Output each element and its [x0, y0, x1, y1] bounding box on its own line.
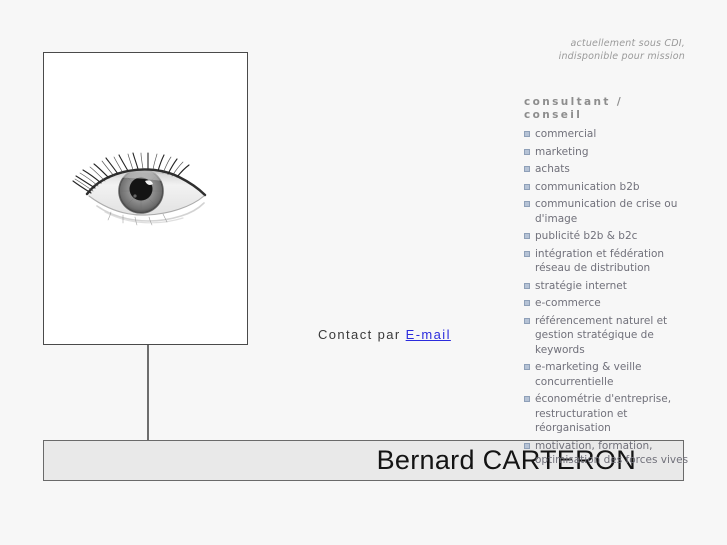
- skills-heading-line1: consultant /: [524, 96, 624, 108]
- square-bullet-icon: [524, 201, 530, 207]
- square-bullet-icon: [524, 131, 530, 137]
- contact-line: Contact par E-mail: [318, 327, 451, 342]
- list-item: communication b2b: [524, 180, 689, 195]
- square-bullet-icon: [524, 166, 530, 172]
- list-item-label: e-commerce: [535, 297, 601, 309]
- square-bullet-icon: [524, 300, 530, 306]
- square-bullet-icon: [524, 317, 530, 324]
- square-bullet-icon: [524, 396, 530, 402]
- list-item: commercial: [524, 127, 689, 142]
- list-item-label: intégration et fédération réseau de dist…: [535, 247, 665, 275]
- square-bullet-icon: [524, 250, 530, 257]
- list-item-label: économétrie d'entreprise, restructuratio…: [535, 393, 672, 434]
- square-bullet-icon: [524, 148, 530, 155]
- availability-note-line2: indisponible pour mission: [558, 51, 685, 62]
- skills-list: commercial marketing achats communicatio…: [524, 127, 689, 468]
- photo-frame: [43, 52, 248, 345]
- list-item-label: communication de crise ou d'image: [535, 198, 678, 225]
- list-item-label: référencement naturel et gestion stratég…: [535, 314, 668, 356]
- list-item: motivation, formation, optimisation des …: [524, 439, 689, 468]
- list-item: référencement naturel et gestion stratég…: [524, 314, 689, 358]
- list-item: stratégie internet: [524, 279, 689, 294]
- eye-photo: [71, 146, 221, 236]
- list-item-label: stratégie internet: [535, 279, 627, 292]
- square-bullet-icon: [524, 282, 530, 289]
- list-item: e-marketing & veille concurrentielle: [524, 360, 689, 389]
- square-bullet-icon: [524, 442, 530, 449]
- eye-illustration: [71, 152, 206, 226]
- list-item: publicité b2b & b2c: [524, 229, 689, 244]
- skills-heading: consultant / conseil: [524, 96, 689, 122]
- email-link[interactable]: E-mail: [406, 327, 451, 342]
- list-item: e-commerce: [524, 296, 689, 311]
- list-item-label: marketing: [535, 145, 589, 158]
- list-item: intégration et fédération réseau de dist…: [524, 247, 689, 276]
- list-item-label: communication b2b: [535, 180, 640, 193]
- availability-note: actuellement sous CDI, indisponible pour…: [430, 37, 685, 63]
- list-item: marketing: [524, 145, 689, 160]
- list-item: communication de crise ou d'image: [524, 197, 689, 226]
- connector-line: [147, 345, 149, 441]
- page-root: actuellement sous CDI, indisponible pour…: [0, 0, 727, 545]
- square-bullet-icon: [524, 183, 530, 190]
- list-item: achats: [524, 162, 689, 177]
- square-bullet-icon: [524, 233, 530, 239]
- list-item-label: commercial: [535, 128, 597, 140]
- contact-label: Contact par: [318, 327, 406, 342]
- list-item-label: publicité b2b & b2c: [535, 230, 638, 242]
- skills-heading-line2: conseil: [524, 109, 583, 121]
- availability-note-line1: actuellement sous CDI,: [570, 38, 685, 49]
- square-bullet-icon: [524, 364, 530, 370]
- list-item-label: e-marketing & veille concurrentielle: [535, 361, 642, 388]
- list-item-label: motivation, formation, optimisation des …: [535, 439, 689, 467]
- skills-section: consultant / conseil commercial marketin…: [524, 96, 689, 471]
- list-item: économétrie d'entreprise, restructuratio…: [524, 392, 689, 436]
- list-item-label: achats: [535, 163, 570, 175]
